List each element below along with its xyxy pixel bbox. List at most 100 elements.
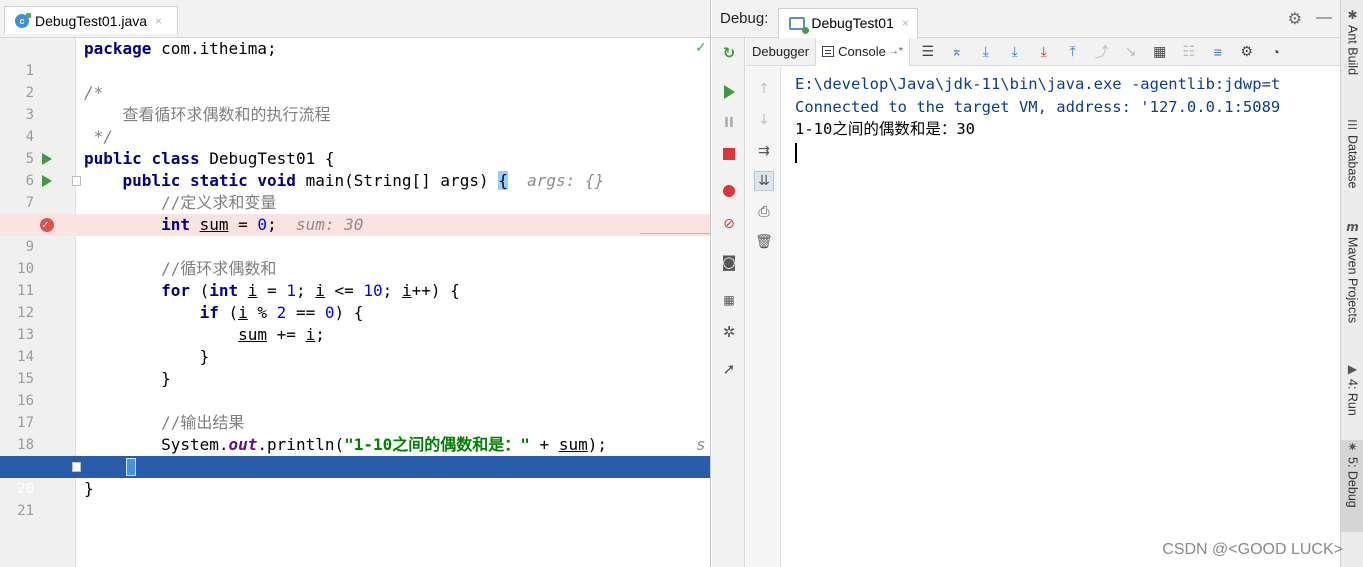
run-to-cursor-icon[interactable]: ↘	[1123, 43, 1139, 60]
tool-tab-label: Ant Build	[1345, 25, 1360, 76]
inline-debug-value: args: {}	[527, 171, 605, 190]
step-into-icon[interactable]: ⤓	[1007, 43, 1023, 60]
code-line[interactable]: 16 }	[0, 368, 710, 409]
punct: ;	[315, 325, 325, 344]
code-text: public static void main(String[] args) {…	[84, 170, 604, 192]
evaluate-expression-icon[interactable]: ▦	[1152, 43, 1168, 60]
view-breakpoints-icon[interactable]	[718, 180, 740, 202]
number: 10	[363, 281, 383, 300]
code-line[interactable]: 7 public static void main(String[] args)…	[0, 170, 710, 211]
code-line[interactable]: 11 //循环求偶数和	[0, 258, 710, 299]
more-icon[interactable]: ◔	[1268, 44, 1284, 60]
print-icon[interactable]: ⎙	[754, 202, 774, 222]
code-line[interactable]: 8 //定义求和变量	[0, 192, 710, 233]
variable: sum	[238, 325, 268, 344]
down-arrow-icon[interactable]: ↓	[754, 110, 774, 130]
stop-icon[interactable]	[718, 143, 740, 165]
resume-program-icon[interactable]	[718, 81, 740, 103]
operator: +=	[267, 325, 306, 344]
debug-session-icon	[789, 16, 810, 34]
debug-session-tab[interactable]: DebugTest01 ×	[778, 7, 918, 38]
code-line[interactable]: 15 }	[0, 346, 710, 387]
code-text: }	[84, 346, 210, 368]
java-class-icon: c	[15, 12, 31, 28]
close-icon[interactable]: ×	[155, 14, 162, 28]
current-brace	[126, 458, 136, 476]
console-output[interactable]: E:\develop\Java\jdk-11\bin\java.exe -age…	[795, 73, 1340, 553]
show-execution-point-icon[interactable]: ⌅	[949, 43, 965, 60]
code-line[interactable]: 5 */	[0, 126, 710, 167]
up-arrow-icon[interactable]: ↑	[754, 79, 774, 99]
code-line[interactable]: 3 /*	[0, 82, 710, 123]
drop-frame-icon[interactable]: ⤴	[1094, 42, 1110, 62]
code-text: }	[84, 368, 171, 390]
settings-gear-icon[interactable]: ⚙	[1288, 9, 1302, 29]
step-out-icon[interactable]: ⤒	[1065, 43, 1081, 60]
operator: %	[247, 303, 277, 322]
code-line[interactable]: 12 for (int i = 1; i <= 10; i++) {	[0, 280, 710, 321]
menu-icon[interactable]: ☰	[920, 43, 936, 60]
tool-tab-label: 4: Run	[1345, 379, 1360, 416]
editor-tab-debugtest01[interactable]: c DebugTest01.java ×	[4, 6, 178, 34]
fold-marker-icon[interactable]	[72, 176, 81, 186]
code-line[interactable]: 1 package com.itheima;	[0, 38, 710, 79]
code-line-breakpoint[interactable]: 9 int sum = 0; sum: 30	[0, 214, 710, 255]
string-literal: "1-10之间的偶数和是："	[344, 435, 530, 454]
layout-icon[interactable]: ▦	[718, 289, 740, 311]
mute-breakpoints-icon[interactable]: ⊘	[718, 213, 740, 235]
static-field: out	[228, 435, 258, 454]
code-line[interactable]: 21 }	[0, 478, 710, 519]
close-icon[interactable]: ×	[902, 16, 909, 30]
variable: i	[305, 325, 316, 344]
code-line[interactable]: 2	[0, 60, 710, 101]
code-text: }	[84, 478, 94, 500]
trash-icon[interactable]: 🗑	[754, 232, 774, 252]
code-line[interactable]: 6 public class DebugTest01 {	[0, 148, 710, 189]
code-line[interactable]: 17	[0, 390, 710, 431]
console-line: 1-10之间的偶数和是：30	[795, 120, 975, 138]
step-over-icon[interactable]: ⤓	[978, 43, 994, 60]
scroll-to-end-icon[interactable]: ⇊	[754, 171, 774, 191]
code-line[interactable]: 14 sum += i;	[0, 324, 710, 365]
run-class-icon[interactable]	[40, 148, 54, 170]
rerun-icon[interactable]: ↻	[718, 42, 740, 64]
run-main-icon[interactable]	[40, 170, 54, 192]
soft-wrap-icon[interactable]: ⇉	[754, 141, 774, 161]
database-icon: ☰	[1347, 118, 1358, 132]
code-line-current[interactable]: 20	[0, 456, 710, 497]
pause-icon[interactable]: II	[718, 112, 740, 134]
comment: */	[84, 127, 113, 146]
code-line[interactable]: 19 System.out.println("1-10之间的偶数和是：" + s…	[0, 434, 710, 475]
tool-tab-ant-build[interactable]: ✱ Ant Build	[1341, 8, 1363, 75]
force-step-into-icon[interactable]: ⤓	[1036, 43, 1052, 60]
inline-debug-value: sum: 30	[295, 215, 364, 234]
settings-icon[interactable]: ✲	[718, 321, 740, 343]
console-icon	[822, 46, 835, 57]
tool-tab-run[interactable]: ▶ 4: Run	[1341, 362, 1363, 416]
code-editor[interactable]: c DebugTest01.java × ✓ 1 package com.ith…	[0, 0, 711, 567]
code-text: public class DebugTest01 {	[84, 148, 334, 170]
code-line[interactable]: 18 //输出结果	[0, 412, 710, 453]
comment: 查看循环求偶数和的执行流程	[84, 105, 331, 124]
tool-tab-maven[interactable]: m Maven Projects	[1341, 220, 1363, 323]
code-line[interactable]: 10	[0, 236, 710, 277]
tool-tab-debug[interactable]: ✷ 5: Debug	[1341, 440, 1363, 532]
code-line[interactable]: 13 if (i % 2 == 0) {	[0, 302, 710, 343]
breakpoint-icon[interactable]	[40, 214, 54, 236]
console-side-toolbar: ↑ ↓ ⇉ ⇊ ⎙ 🗑	[746, 67, 781, 567]
minimize-icon[interactable]: —	[1316, 9, 1332, 29]
tab-console[interactable]: Console →*	[816, 37, 910, 66]
fold-marker-icon[interactable]	[72, 462, 81, 472]
camera-icon[interactable]: ◙	[718, 251, 740, 273]
list-icon[interactable]: ≡	[1210, 44, 1226, 60]
restore-layout-icon[interactable]: ⚙	[1239, 43, 1255, 60]
punct: );	[587, 435, 607, 454]
code-line[interactable]: 4 查看循环求偶数和的执行流程	[0, 104, 710, 145]
pin-icon[interactable]: ➚	[718, 358, 740, 380]
code-text: //输出结果	[84, 412, 244, 434]
punct: ;	[382, 281, 402, 300]
tab-debugger[interactable]: Debugger	[746, 37, 817, 66]
tool-tab-database[interactable]: ☰ Database	[1341, 118, 1363, 189]
matched-brace: {	[498, 171, 508, 190]
trace-icon[interactable]: ☷	[1181, 43, 1197, 60]
